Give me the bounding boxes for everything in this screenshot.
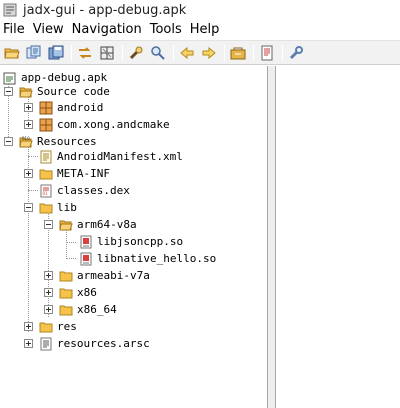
project-tree[interactable]: app-debug.apk Source code android com.xo…	[0, 66, 268, 408]
find-class-icon[interactable]	[148, 43, 168, 63]
xml-file-icon	[40, 150, 52, 163]
flatten-packages-icon[interactable]	[97, 43, 117, 63]
tree-node-folder[interactable]: arm64-v8a	[59, 216, 137, 233]
tree-label: META-INF	[57, 167, 110, 180]
tree-label: com.xong.andcmake	[57, 118, 170, 131]
menu-tools[interactable]: Tools	[146, 20, 186, 40]
dex-file-icon: 01	[40, 184, 52, 197]
tree-node-file[interactable]: resources.arsc	[39, 335, 150, 352]
tree-guide	[66, 229, 67, 259]
toolbar-separator	[224, 44, 225, 61]
collapse-toggle[interactable]	[24, 203, 33, 212]
app-icon	[3, 3, 17, 17]
collapse-toggle[interactable]	[4, 137, 13, 146]
toolbar-separator	[173, 44, 174, 61]
tree-label: libnative_hello.so	[97, 252, 217, 265]
tree-label: Source code	[37, 85, 110, 98]
open-folder-icon	[19, 87, 33, 97]
collapse-toggle[interactable]	[44, 220, 53, 229]
tree-node-folder[interactable]: lib	[39, 199, 77, 216]
expand-toggle[interactable]	[44, 288, 53, 297]
expand-toggle[interactable]	[44, 271, 53, 280]
tree-label: res	[57, 320, 77, 333]
toolbar-separator	[71, 44, 72, 61]
folder-icon	[39, 203, 53, 213]
package-icon	[39, 118, 53, 131]
editor-area[interactable]	[277, 66, 400, 408]
tree-guide	[28, 156, 38, 157]
back-icon[interactable]	[177, 43, 197, 63]
panel-splitter[interactable]	[268, 66, 276, 408]
tree-label: x86_64	[77, 303, 117, 316]
expand-toggle[interactable]	[44, 305, 53, 314]
menu-help[interactable]: Help	[186, 20, 224, 40]
tree-label: AndroidManifest.xml	[57, 150, 183, 163]
tree-label: arm64-v8a	[77, 218, 137, 231]
package-icon	[39, 101, 53, 114]
tree-node-file[interactable]: libnative_hello.so	[79, 250, 216, 267]
menu-file[interactable]: File	[0, 20, 29, 40]
decompile-all-icon[interactable]	[228, 43, 248, 63]
tree-label: armeabi-v7a	[77, 269, 150, 282]
apk-file-icon	[3, 72, 16, 84]
expand-toggle[interactable]	[24, 339, 33, 348]
svg-text:01: 01	[43, 191, 49, 196]
forward-icon[interactable]	[199, 43, 219, 63]
toolbar-separator	[282, 44, 283, 61]
tree-node-package[interactable]: com.xong.andcmake	[39, 116, 170, 133]
save-all-icon[interactable]	[46, 43, 66, 63]
tree-guide	[28, 190, 38, 191]
expand-toggle[interactable]	[24, 120, 33, 129]
menu-navigation[interactable]: Navigation	[68, 20, 146, 40]
menu-view[interactable]: View	[29, 20, 68, 40]
tree-label: lib	[57, 201, 77, 214]
arsc-file-icon	[40, 337, 52, 350]
tree-node-folder[interactable]: x86	[59, 284, 97, 301]
tree-label: classes.dex	[57, 184, 130, 197]
open-project-icon[interactable]	[24, 43, 44, 63]
open-folder-icon	[59, 220, 73, 230]
collapse-toggle[interactable]	[4, 87, 13, 96]
window-title: jadx-gui - app-debug.apk	[23, 2, 187, 18]
tree-node-folder[interactable]: x86_64	[59, 301, 117, 318]
tree-node-package[interactable]: android	[39, 99, 103, 116]
tree-label: x86	[77, 286, 97, 299]
tree-label: android	[57, 101, 104, 114]
expand-toggle[interactable]	[24, 103, 33, 112]
tree-node-file[interactable]: 01 classes.dex	[39, 182, 130, 199]
so-file-icon	[80, 235, 92, 248]
tree-guide	[66, 258, 76, 259]
title-bar: jadx-gui - app-debug.apk	[0, 0, 400, 20]
tree-node-folder[interactable]: armeabi-v7a	[59, 267, 150, 284]
toolbar-separator	[122, 44, 123, 61]
tree-node-folder[interactable]: res	[39, 318, 77, 335]
so-file-icon	[80, 252, 92, 265]
resources-folder-icon: 010	[19, 136, 33, 147]
tree-node-file[interactable]: libjsoncpp.so	[79, 233, 183, 250]
toolbar	[0, 40, 400, 65]
tree-guide	[66, 242, 76, 243]
folder-icon	[39, 169, 53, 179]
svg-text:010: 010	[22, 136, 30, 141]
tree-label: resources.arsc	[57, 337, 150, 350]
tree-node-file[interactable]: AndroidManifest.xml	[39, 148, 183, 165]
menu-bar: File View Navigation Tools Help	[0, 20, 400, 40]
open-file-icon[interactable]	[2, 43, 22, 63]
expand-toggle[interactable]	[24, 169, 33, 178]
folder-icon	[59, 271, 73, 281]
tree-node-source-code[interactable]: Source code	[19, 83, 110, 100]
preferences-icon[interactable]	[286, 43, 306, 63]
folder-icon	[59, 288, 73, 298]
toolbar-separator	[253, 44, 254, 61]
log-viewer-icon[interactable]	[257, 43, 277, 63]
search-icon[interactable]	[126, 43, 146, 63]
expand-toggle[interactable]	[24, 322, 33, 331]
tree-label: libjsoncpp.so	[97, 235, 184, 248]
folder-icon	[59, 305, 73, 315]
tree-node-folder[interactable]: META-INF	[39, 165, 110, 182]
sync-icon[interactable]	[75, 43, 95, 63]
folder-icon	[39, 322, 53, 332]
